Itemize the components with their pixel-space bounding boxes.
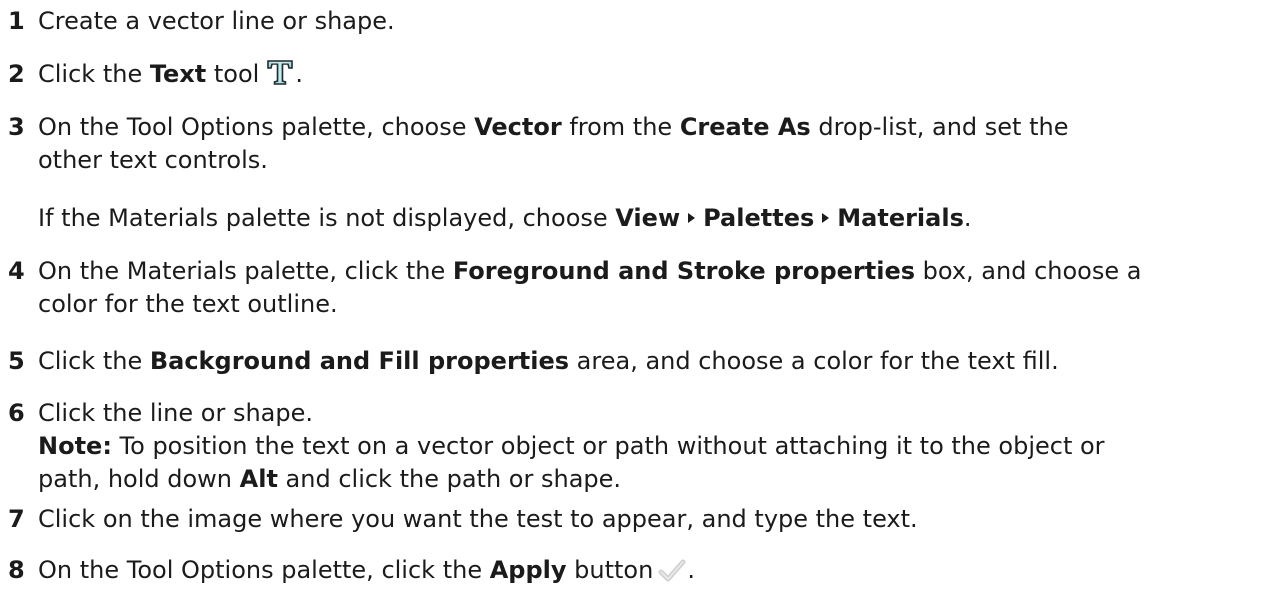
step-text-part: Click the xyxy=(38,60,150,88)
step-number: 3 xyxy=(8,113,25,141)
hint-text: If the Materials palette is not displaye… xyxy=(38,204,616,232)
step-text-part: tool xyxy=(206,60,260,88)
ui-term-create-as: Create As xyxy=(679,113,811,141)
menu-view: View xyxy=(615,204,681,232)
menu-arrow-icon xyxy=(688,213,696,223)
step-text-part: other text controls. xyxy=(38,146,268,174)
step-text-part: On the Materials palette, click the xyxy=(38,257,453,285)
step-text-part: . xyxy=(295,60,303,88)
step-text-part: On the Tool Options palette, choose xyxy=(38,113,475,141)
menu-palettes: Palettes xyxy=(703,204,815,232)
note-label: Note: xyxy=(38,432,112,460)
step-text: Click on the image where you want the te… xyxy=(38,505,918,533)
note-block: Note: To position the text on a vector o… xyxy=(38,430,1105,496)
step-text: On the Materials palette, click the Fore… xyxy=(38,255,1253,321)
step-number: 1 xyxy=(8,7,25,35)
text-tool-icon xyxy=(265,58,295,95)
step-number: 6 xyxy=(8,399,25,427)
materials-hint: If the Materials palette is not displaye… xyxy=(38,202,972,235)
step-number: 8 xyxy=(8,556,25,584)
ui-term-apply: Apply xyxy=(489,556,567,584)
note-text: and click the path or shape. xyxy=(277,465,622,493)
step-number: 5 xyxy=(8,347,25,375)
step-text: Create a vector line or shape. xyxy=(38,7,395,35)
hint-text: . xyxy=(963,204,972,232)
step-text: Click the Text tool. xyxy=(38,58,1253,95)
check-icon xyxy=(657,558,687,593)
key-alt: Alt xyxy=(239,465,278,493)
step-text-part: Click the xyxy=(38,347,150,375)
menu-arrow-icon xyxy=(822,213,830,223)
step-text: Click the line or shape. xyxy=(38,399,314,427)
step-text-part: . xyxy=(687,556,695,584)
step-number: 2 xyxy=(8,60,25,88)
step-text: On the Tool Options palette, click the A… xyxy=(38,554,1253,593)
note-text: path, hold down xyxy=(38,465,240,493)
step-text-part: color for the text outline. xyxy=(38,290,338,318)
ui-term-vector: Vector xyxy=(474,113,562,141)
ui-term-background-fill: Background and Fill properties xyxy=(149,347,570,375)
step-text: Click the Background and Fill properties… xyxy=(38,345,1253,378)
step-text-part: box, and choose a xyxy=(915,257,1142,285)
step-text-part: drop-list, and set the xyxy=(810,113,1069,141)
step-number: 4 xyxy=(8,257,25,285)
step-text-part: area, and choose a color for the text fi… xyxy=(569,347,1059,375)
step-text-part: On the Tool Options palette, click the xyxy=(38,556,490,584)
note-text: To position the text on a vector object … xyxy=(111,432,1105,460)
step-number: 7 xyxy=(8,505,25,533)
menu-materials: Materials xyxy=(837,204,964,232)
ui-term-text: Text xyxy=(149,60,207,88)
step-text: On the Tool Options palette, choose Vect… xyxy=(38,111,1253,177)
ui-term-foreground-stroke: Foreground and Stroke properties xyxy=(452,257,916,285)
step-text-part: button xyxy=(566,556,654,584)
step-text-part: from the xyxy=(561,113,680,141)
